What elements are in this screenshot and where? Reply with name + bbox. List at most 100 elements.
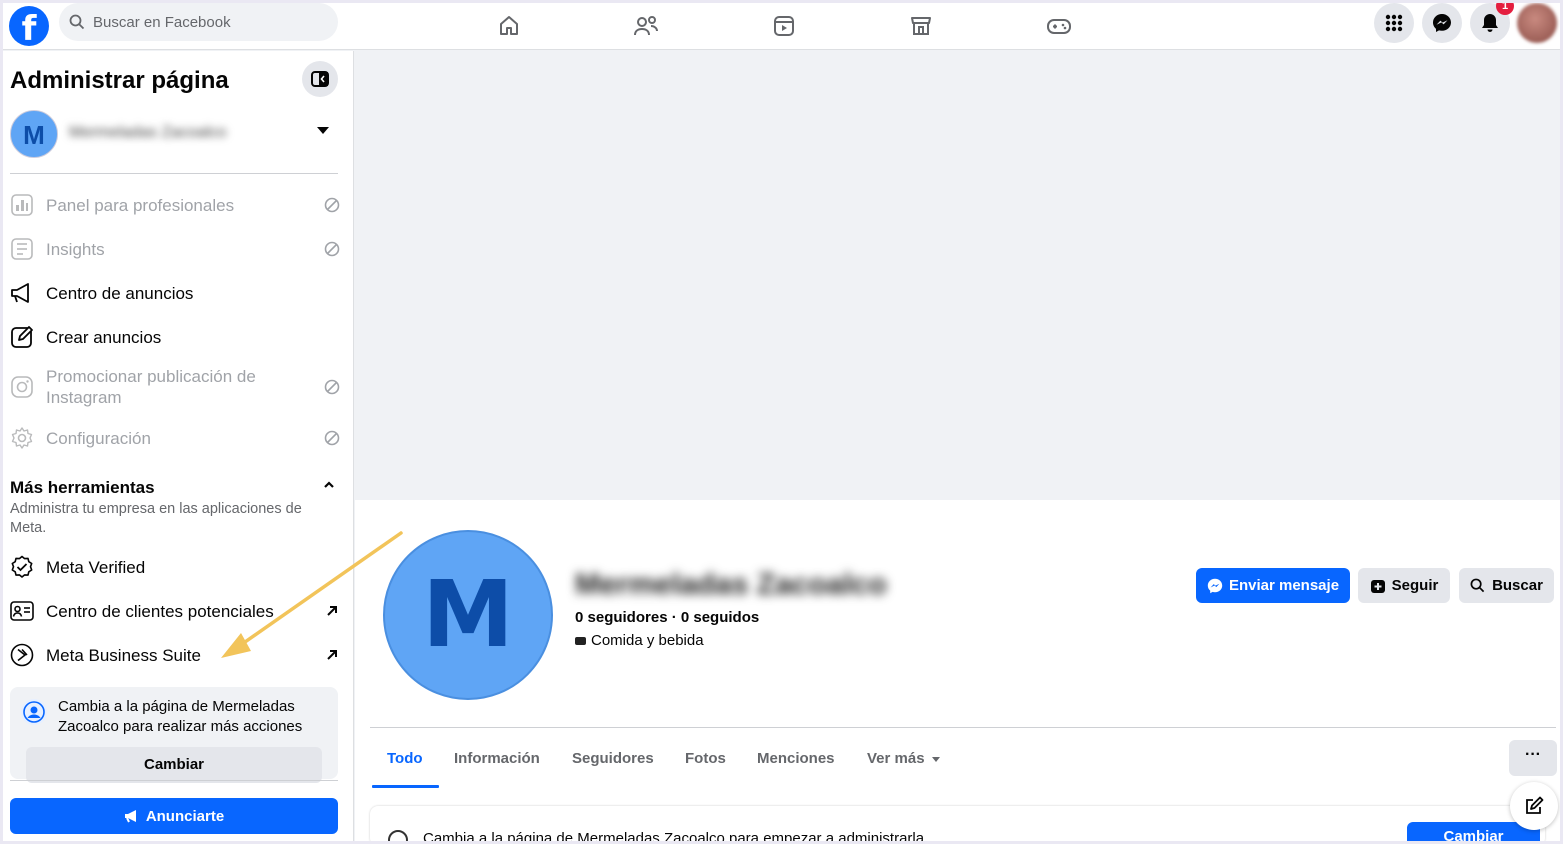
friends-icon[interactable]	[629, 9, 663, 43]
switch-button[interactable]: Cambiar	[26, 747, 322, 783]
business-suite-icon	[10, 643, 34, 667]
page-category: Comida y bebida	[575, 632, 704, 649]
megaphone-icon	[10, 281, 34, 305]
sidebar-item-label: Promocionar publicación de Instagram	[46, 367, 256, 407]
divider	[10, 173, 338, 174]
page-switcher-caret-icon[interactable]	[317, 127, 329, 134]
more-tools-heading: Más herramientas	[10, 478, 155, 497]
sidebar-item-professional-dashboard[interactable]: Panel para profesionales	[10, 193, 340, 217]
search-placeholder: Buscar en Facebook	[93, 13, 231, 31]
messenger-icon	[1207, 578, 1223, 593]
reels-icon[interactable]	[767, 9, 801, 43]
sidebar-item-insights[interactable]: Insights	[10, 237, 340, 261]
sidebar-item-lead-center[interactable]: Centro de clientes potenciales	[10, 599, 340, 623]
insights-icon	[10, 237, 34, 261]
divider	[370, 727, 1556, 728]
top-navigation-bar: f Buscar en Facebook 1	[3, 3, 1560, 50]
blocked-icon	[324, 197, 340, 213]
messenger-icon[interactable]	[1422, 3, 1462, 43]
divider	[10, 780, 338, 781]
sidebar-item-ads-center[interactable]: Centro de anuncios	[10, 281, 340, 305]
switch-prompt-text: Cambia a la página de Mermeladas Zacoalc…	[58, 698, 303, 735]
tab-see-more[interactable]: Ver más	[867, 750, 940, 767]
page-avatar[interactable]: M	[10, 110, 58, 158]
user-avatar[interactable]	[1517, 3, 1557, 43]
search-icon	[69, 14, 85, 30]
tab-followers[interactable]: Seguidores	[572, 750, 654, 767]
edit-icon	[10, 325, 34, 349]
tab-see-more-label: Ver más	[867, 750, 925, 767]
sidebar-item-settings[interactable]: Configuración	[10, 426, 340, 450]
sidebar-title: Administrar página	[10, 67, 229, 94]
more-options-button[interactable]: ···	[1509, 740, 1557, 776]
compose-icon	[1526, 796, 1544, 814]
category-label: Comida y bebida	[591, 632, 704, 649]
chevron-up-icon[interactable]	[322, 480, 336, 490]
caret-down-icon	[931, 756, 940, 762]
external-link-icon	[327, 606, 337, 616]
follow-button[interactable]: Seguir	[1358, 568, 1450, 603]
sidebar-item-label: Configuración	[46, 428, 151, 448]
sidebar-item-meta-verified[interactable]: Meta Verified	[10, 555, 340, 579]
sidebar-item-label: Meta Verified	[46, 557, 146, 577]
admin-switch-text: Cambia a la página de Mermeladas Zacoalc…	[423, 830, 925, 841]
sidebar-item-promote-instagram[interactable]: Promocionar publicación de Instagram	[10, 365, 340, 409]
panel-toggle-icon	[311, 71, 329, 87]
profile-header	[355, 500, 1560, 841]
page-name[interactable]: Mermeladas Zacoalco	[69, 124, 226, 142]
active-tab-indicator	[372, 785, 439, 788]
send-message-label: Enviar mensaje	[1228, 577, 1340, 594]
sidebar-item-business-suite[interactable]: Meta Business Suite	[10, 643, 340, 667]
gear-icon	[10, 426, 34, 450]
profile-name: Mermeladas Zacoalco	[575, 568, 887, 601]
profile-avatar[interactable]: M	[383, 530, 553, 700]
tab-photos[interactable]: Fotos	[685, 750, 726, 767]
browser-viewport: f Buscar en Facebook 1 Administrar págin…	[3, 3, 1560, 841]
sidebar-item-label: Meta Business Suite	[46, 645, 201, 665]
send-message-button[interactable]: Enviar mensaje	[1196, 568, 1350, 603]
home-icon[interactable]	[492, 9, 526, 43]
cover-photo-area	[355, 51, 1560, 500]
more-tools-description: Administra tu empresa en las aplicacione…	[10, 501, 302, 536]
tab-all[interactable]: Todo	[387, 750, 423, 767]
sidebar-item-label: Centro de clientes potenciales	[46, 601, 274, 621]
gaming-icon[interactable]	[1042, 9, 1076, 43]
page-search-label: Buscar	[1492, 577, 1543, 594]
verified-icon	[10, 555, 34, 579]
tab-info[interactable]: Información	[454, 750, 540, 767]
sidebar-item-create-ads[interactable]: Crear anuncios	[10, 325, 340, 349]
manage-page-sidebar: Administrar página M Mermeladas Zacoalco…	[3, 51, 354, 841]
sidebar-item-label: Insights	[46, 239, 105, 259]
sidebar-item-label: Crear anuncios	[46, 327, 162, 347]
follow-icon	[1370, 579, 1385, 593]
switch-profile-card: Cambia a la página de Mermeladas Zacoalc…	[10, 687, 338, 783]
megaphone-icon	[124, 810, 136, 823]
notification-badge: 1	[1496, 3, 1514, 15]
blocked-icon	[324, 379, 340, 395]
new-message-button[interactable]	[1510, 782, 1558, 830]
followers-count[interactable]: 0 seguidores · 0 seguidos	[575, 609, 759, 626]
follow-label: Seguir	[1391, 577, 1439, 594]
category-icon	[575, 636, 586, 645]
admin-switch-banner: Cambia a la página de Mermeladas Zacoalc…	[370, 806, 1545, 841]
blocked-icon	[324, 430, 340, 446]
leads-icon	[10, 599, 34, 623]
profile-switch-icon	[388, 830, 408, 841]
facebook-logo[interactable]: f	[9, 6, 49, 46]
instagram-icon	[10, 375, 34, 399]
search-icon	[1470, 578, 1485, 593]
external-link-icon	[327, 650, 337, 660]
marketplace-icon[interactable]	[904, 9, 938, 43]
search-bar[interactable]: Buscar en Facebook	[59, 3, 338, 41]
page-search-button[interactable]: Buscar	[1459, 568, 1554, 603]
advertise-button-label: Anunciarte	[145, 807, 225, 825]
sidebar-item-label: Centro de anuncios	[46, 283, 194, 303]
blocked-icon	[324, 241, 340, 257]
profile-switch-icon	[21, 699, 47, 725]
menu-grid-icon[interactable]	[1374, 3, 1414, 43]
advertise-button[interactable]: Anunciarte	[10, 798, 338, 834]
tab-mentions[interactable]: Menciones	[757, 750, 835, 767]
dashboard-icon	[10, 193, 34, 217]
sidebar-item-label: Panel para profesionales	[46, 195, 235, 215]
sidebar-toggle-button[interactable]	[302, 61, 338, 97]
